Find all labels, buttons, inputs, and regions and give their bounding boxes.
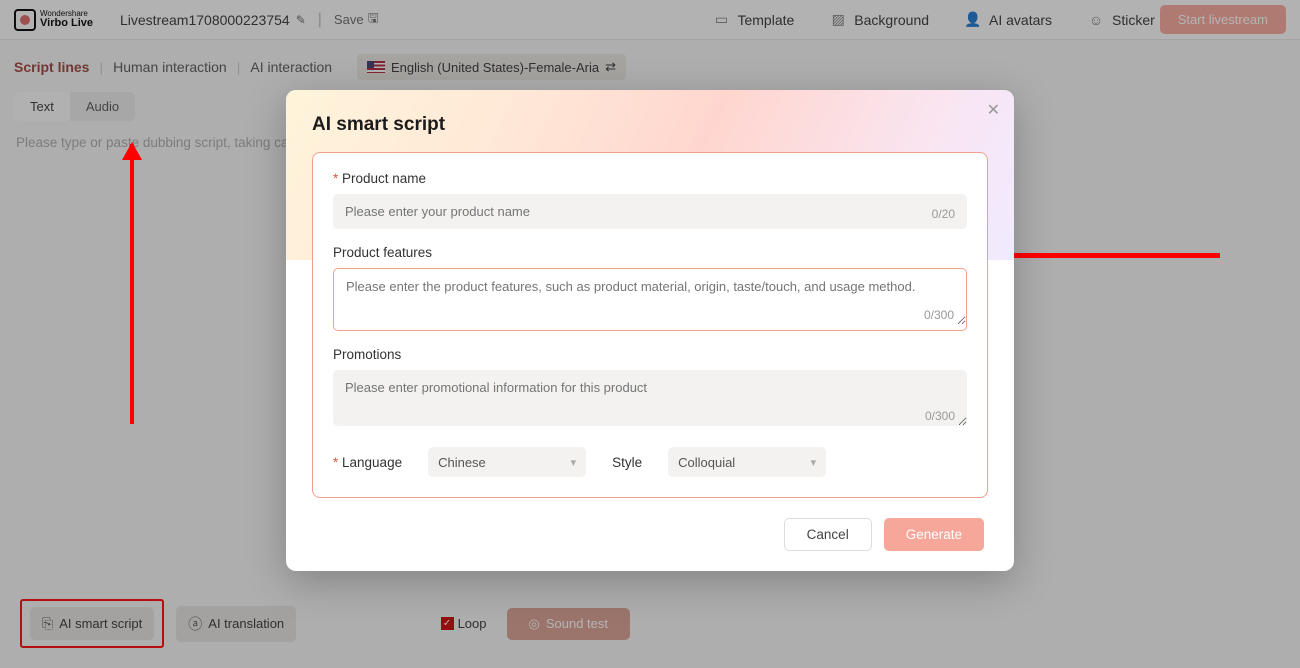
- product-name-label: Product name: [333, 171, 967, 186]
- product-features-count: 0/300: [924, 308, 954, 322]
- modal-title: AI smart script: [312, 114, 988, 136]
- promotions-count: 0/300: [925, 409, 955, 423]
- style-select[interactable]: Colloquial▾: [668, 447, 826, 477]
- cancel-button[interactable]: Cancel: [784, 518, 872, 551]
- modal-form: Product name 0/20 Product features 0/300…: [312, 152, 988, 498]
- chevron-down-icon: ▾: [571, 456, 577, 469]
- style-label: Style: [612, 455, 642, 470]
- generate-button[interactable]: Generate: [884, 518, 984, 551]
- promotions-input[interactable]: [333, 370, 967, 426]
- language-label: Language: [333, 455, 402, 470]
- product-name-input[interactable]: [333, 194, 967, 229]
- language-select[interactable]: Chinese▾: [428, 447, 586, 477]
- annotation-arrow-vertical: [130, 144, 134, 424]
- close-icon[interactable]: ✕: [987, 100, 1000, 120]
- product-features-input[interactable]: [334, 269, 966, 325]
- promotions-label: Promotions: [333, 347, 967, 362]
- ai-smart-script-modal: ✕ AI smart script Product name 0/20 Prod…: [286, 90, 1014, 571]
- chevron-down-icon: ▾: [811, 456, 817, 469]
- product-name-count: 0/20: [932, 207, 955, 221]
- product-features-label: Product features: [333, 245, 967, 260]
